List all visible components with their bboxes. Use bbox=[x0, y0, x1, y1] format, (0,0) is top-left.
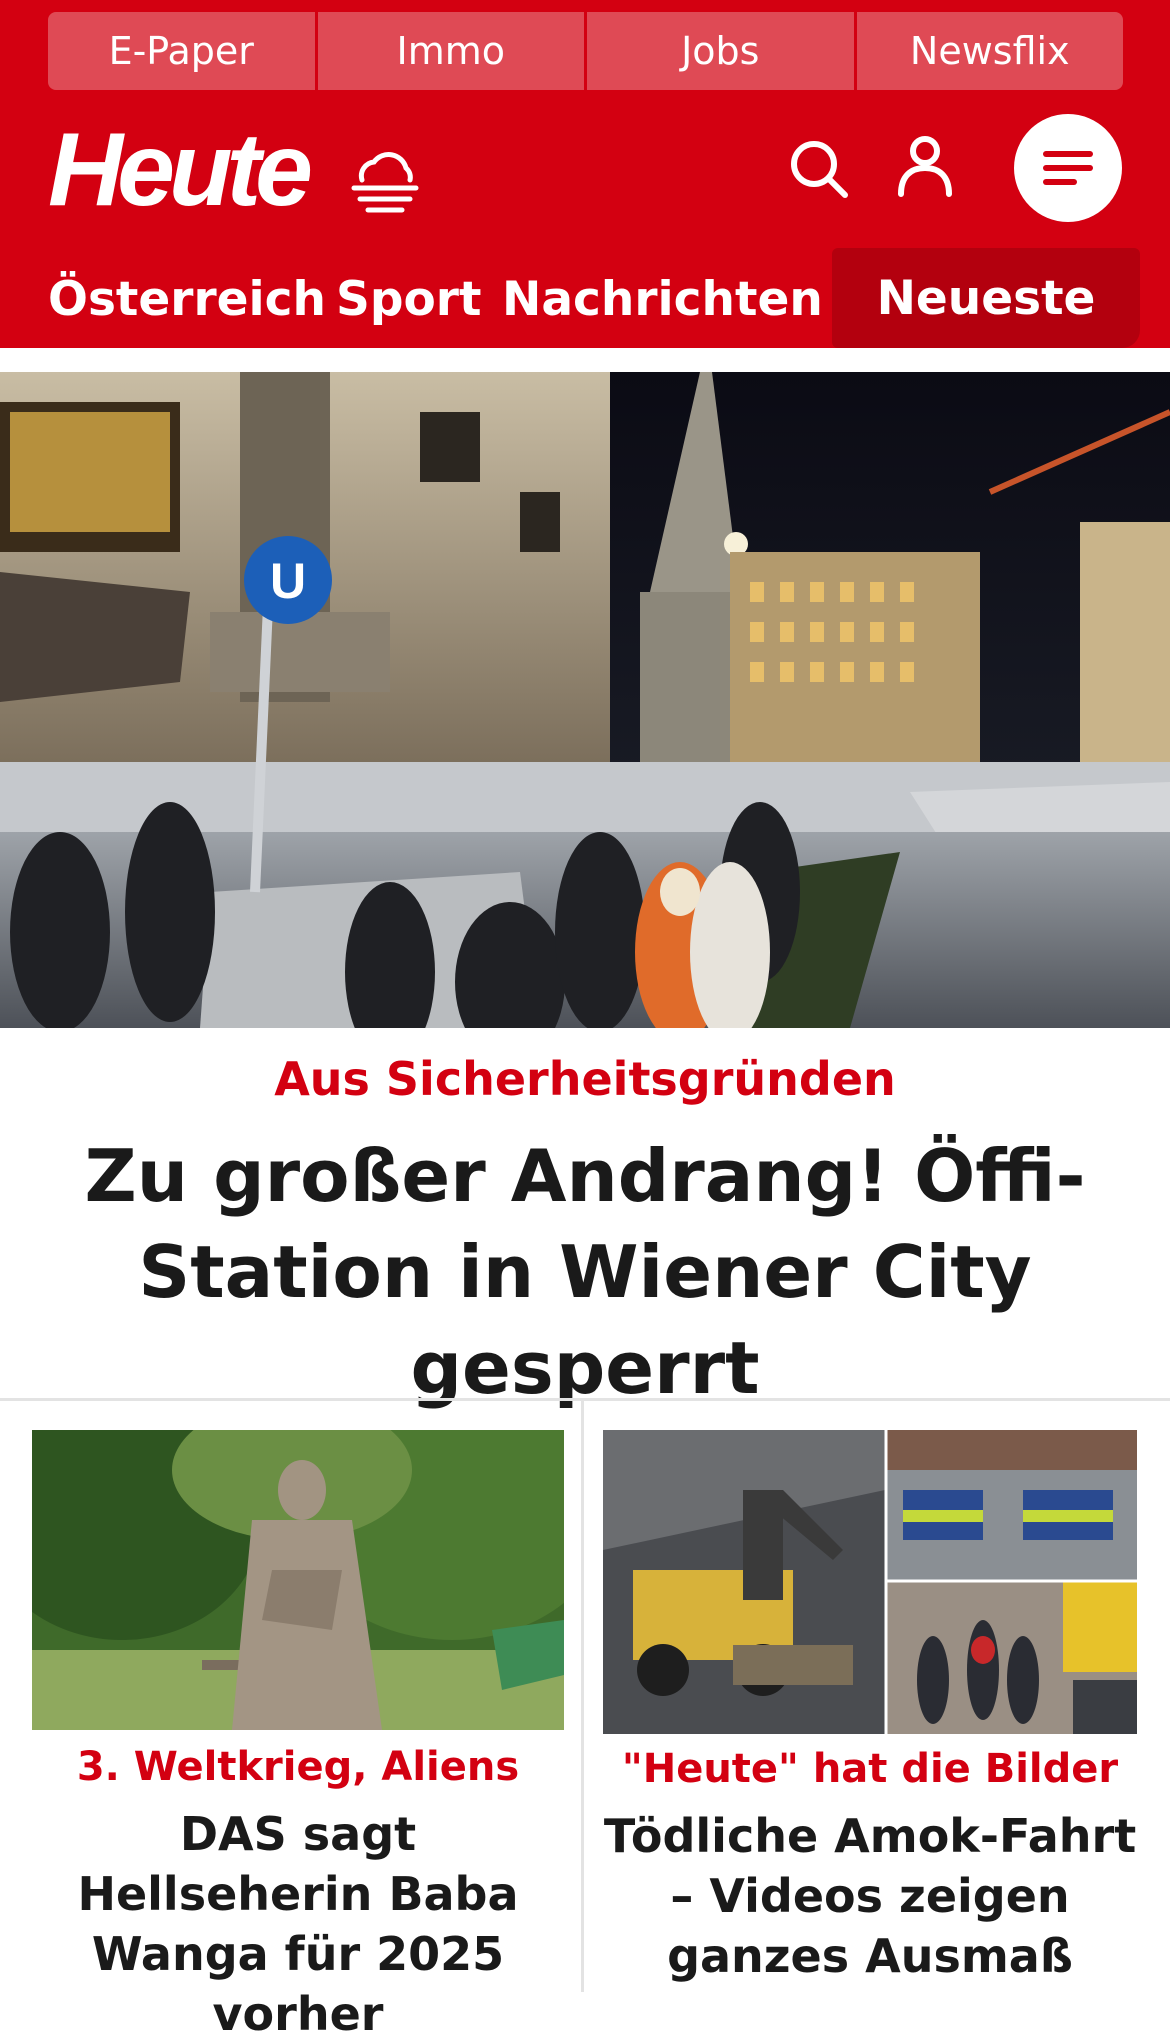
card-2-kicker[interactable]: "Heute" hat die Bilder bbox=[603, 1746, 1137, 1792]
top-navigation: E-Paper Immo Jobs Newsflix bbox=[48, 12, 1123, 90]
topnav-newsflix[interactable]: Newsflix bbox=[856, 12, 1123, 90]
card-image-statue[interactable] bbox=[32, 1430, 564, 1730]
column-divider bbox=[581, 1401, 584, 1992]
card-1-headline[interactable]: DAS sagt Hellseherin Baba Wanga für 2025… bbox=[32, 1804, 564, 2044]
section-divider bbox=[0, 1398, 1170, 1401]
category-neueste[interactable]: Neueste bbox=[832, 248, 1140, 348]
user-icon[interactable] bbox=[896, 134, 954, 198]
card-1-kicker[interactable]: 3. Weltkrieg, Aliens bbox=[32, 1744, 564, 1790]
weather-icon[interactable] bbox=[348, 146, 422, 220]
subway-sign-text: U bbox=[270, 553, 306, 609]
category-sport[interactable]: Sport bbox=[336, 250, 481, 348]
hero-image[interactable]: U bbox=[0, 372, 1170, 1028]
menu-icon bbox=[1043, 151, 1093, 185]
menu-button[interactable] bbox=[1014, 114, 1122, 222]
search-icon[interactable] bbox=[788, 138, 850, 200]
topnav-jobs[interactable]: Jobs bbox=[587, 12, 854, 90]
hero-kicker[interactable]: Aus Sicherheitsgründen bbox=[0, 1052, 1170, 1106]
card-2-headline[interactable]: Tödliche Amok-Fahrt – Videos zeigen ganz… bbox=[603, 1806, 1137, 1986]
card-image-collage[interactable] bbox=[603, 1430, 1137, 1734]
heute-logo[interactable]: Heute bbox=[48, 118, 313, 222]
topnav-immo[interactable]: Immo bbox=[317, 12, 584, 90]
category-nachrichten[interactable]: Nachrichten bbox=[502, 250, 823, 348]
category-oesterreich[interactable]: Österreich bbox=[48, 250, 326, 348]
hero-headline[interactable]: Zu großer Andrang! Öffi-Station in Wiene… bbox=[20, 1128, 1150, 1416]
topnav-epaper[interactable]: E-Paper bbox=[48, 12, 315, 90]
